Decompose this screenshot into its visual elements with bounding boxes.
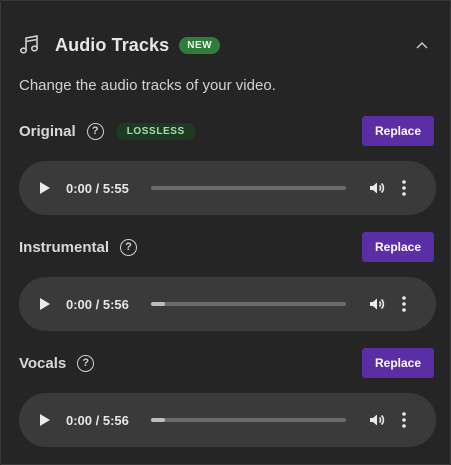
music-note-icon <box>19 34 41 56</box>
new-badge: NEW <box>179 36 221 54</box>
seek-bar[interactable] <box>151 418 346 422</box>
playback-time: 0:00 / 5:55 <box>66 180 129 196</box>
lossless-badge: LOSSLESS <box>115 122 196 140</box>
more-vertical-icon[interactable] <box>400 295 408 313</box>
panel-title: Audio Tracks <box>55 34 170 55</box>
seek-bar[interactable] <box>151 302 346 306</box>
more-vertical-icon[interactable] <box>400 411 408 429</box>
track-header-vocals: Vocals ? Replace <box>19 348 434 378</box>
collapse-button[interactable] <box>412 35 432 55</box>
audio-tracks-panel: Audio Tracks NEW Change the audio tracks… <box>0 0 451 465</box>
chevron-up-icon <box>416 36 428 54</box>
play-icon[interactable] <box>39 181 53 195</box>
track-name: Vocals <box>19 354 67 372</box>
audio-player-instrumental: 0:00 / 5:56 <box>19 277 436 331</box>
seek-bar-fill <box>151 418 165 422</box>
seek-bar[interactable] <box>151 186 346 190</box>
panel-header: Audio Tracks NEW <box>19 31 434 59</box>
replace-button-vocals[interactable]: Replace <box>362 348 434 378</box>
help-icon[interactable]: ? <box>86 122 104 140</box>
help-icon[interactable]: ? <box>120 238 138 256</box>
help-icon[interactable]: ? <box>77 354 95 372</box>
track-name: Original <box>19 122 76 140</box>
panel-description: Change the audio tracks of your video. <box>19 77 276 94</box>
replace-button-original[interactable]: Replace <box>362 116 434 146</box>
play-icon[interactable] <box>39 297 53 311</box>
volume-icon[interactable] <box>368 179 386 197</box>
replace-button-instrumental[interactable]: Replace <box>362 232 434 262</box>
seek-bar-fill <box>151 302 165 306</box>
play-icon[interactable] <box>39 413 53 427</box>
playback-time: 0:00 / 5:56 <box>66 412 129 428</box>
audio-player-original: 0:00 / 5:55 <box>19 161 436 215</box>
track-header-original: Original ? LOSSLESS Replace <box>19 116 434 146</box>
track-name: Instrumental <box>19 238 110 256</box>
more-vertical-icon[interactable] <box>400 179 408 197</box>
track-header-instrumental: Instrumental ? Replace <box>19 232 434 262</box>
volume-icon[interactable] <box>368 295 386 313</box>
audio-player-vocals: 0:00 / 5:56 <box>19 393 436 447</box>
volume-icon[interactable] <box>368 411 386 429</box>
playback-time: 0:00 / 5:56 <box>66 296 129 312</box>
